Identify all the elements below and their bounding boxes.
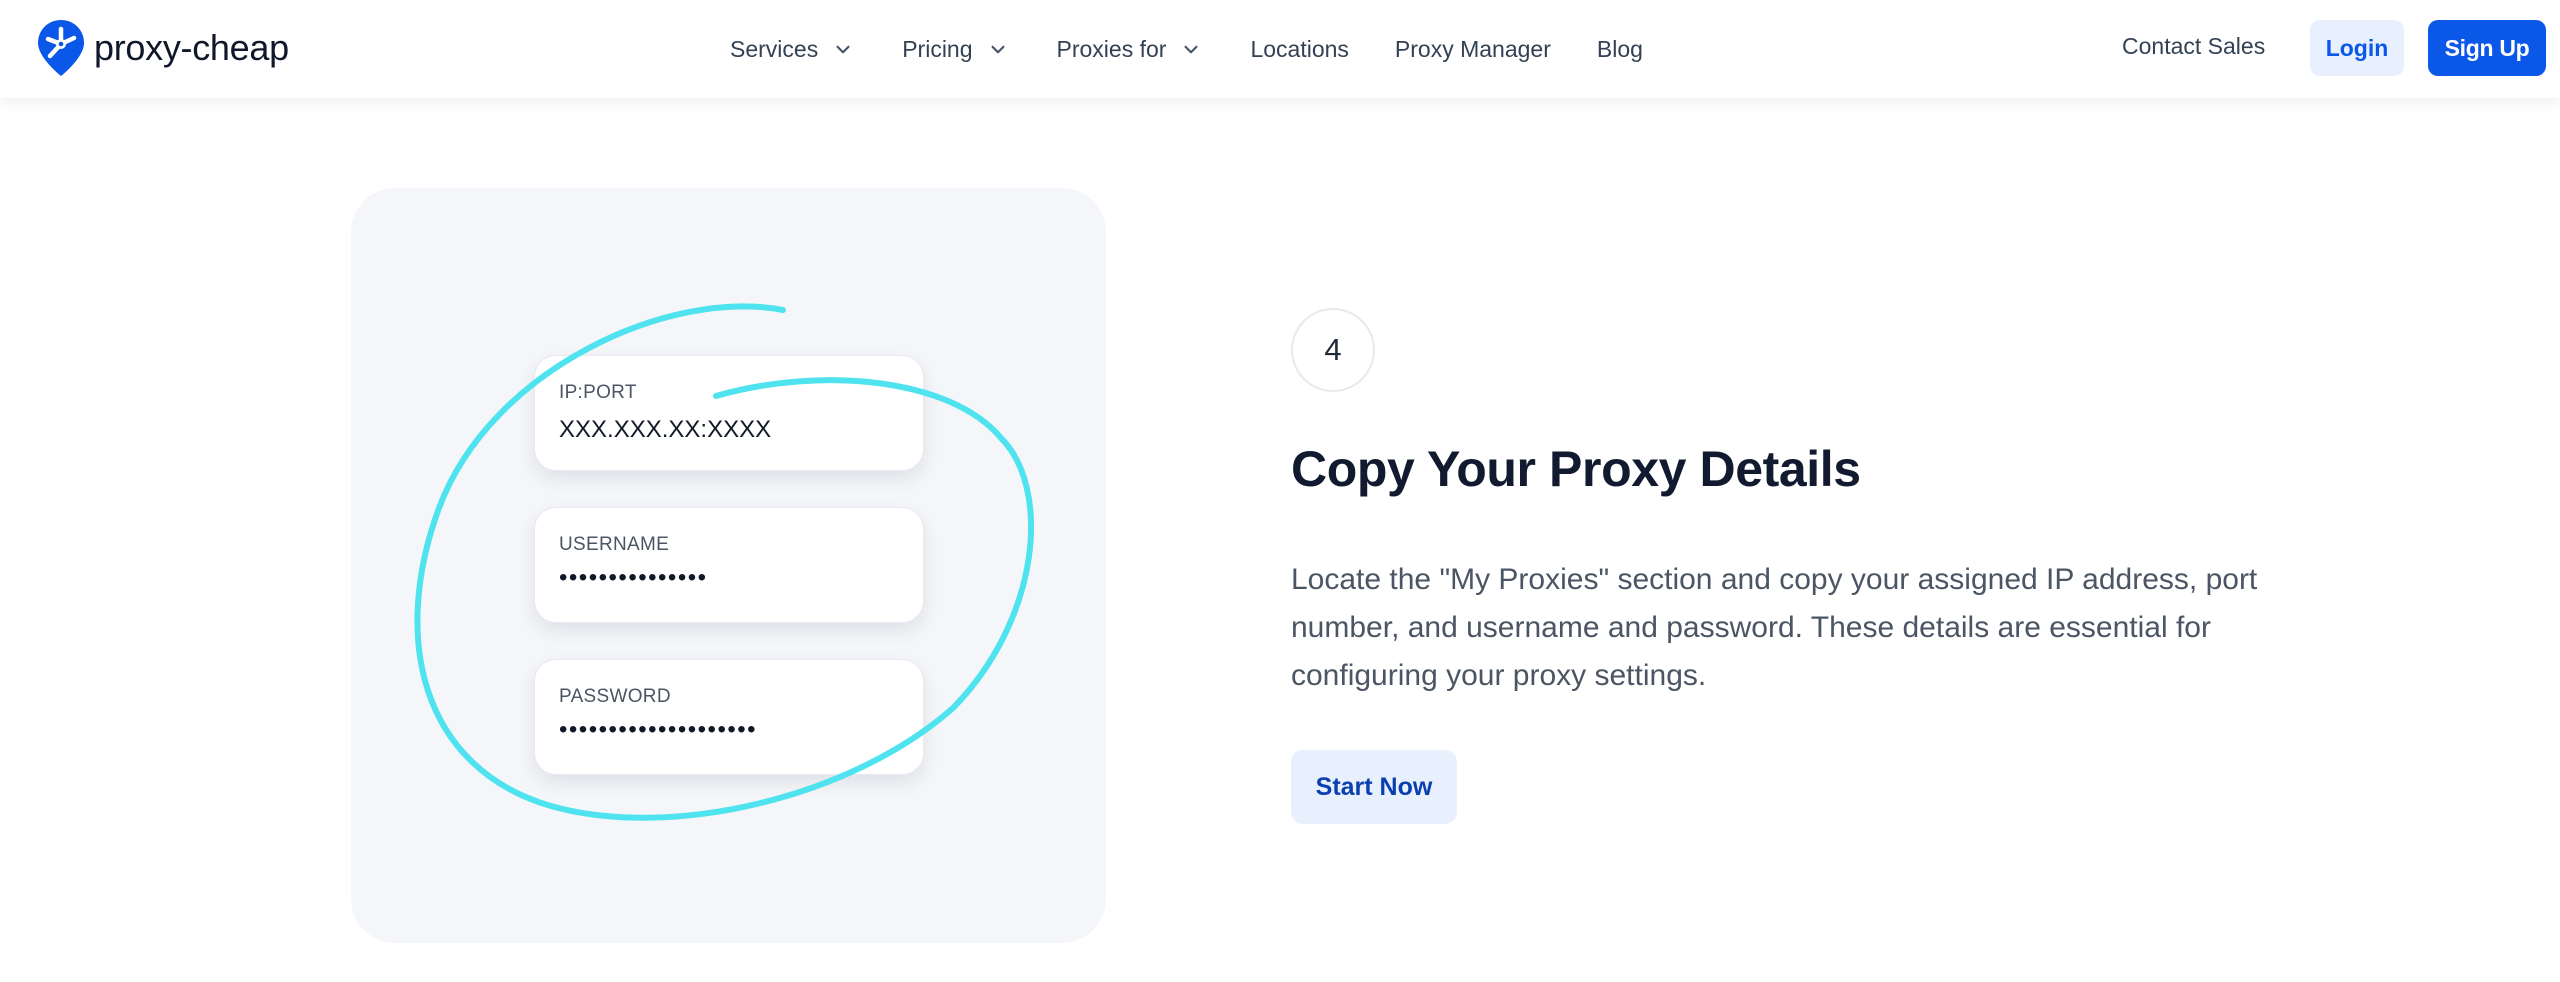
brand-name: proxy-cheap <box>94 27 289 68</box>
username-field[interactable]: USERNAME ••••••••••••••• <box>534 507 924 623</box>
nav-services[interactable]: Services <box>730 0 856 98</box>
nav-blog-label: Blog <box>1596 35 1643 62</box>
nav-proxies-for[interactable]: Proxies for <box>1057 0 1205 98</box>
nav-locations-label: Locations <box>1250 35 1349 62</box>
logo-pin-icon <box>38 20 84 76</box>
credentials-illustration: IP:PORT XXX.XXX.XX:XXXX USERNAME •••••••… <box>351 188 1106 943</box>
nav-pricing-label: Pricing <box>902 35 973 62</box>
nav-blog[interactable]: Blog <box>1597 0 1643 98</box>
password-field[interactable]: PASSWORD •••••••••••••••••••• <box>534 659 924 775</box>
ip-port-value: XXX.XXX.XX:XXXX <box>559 416 772 443</box>
nav-services-label: Services <box>730 35 819 62</box>
site-header: proxy-cheap Services Pricing Proxies for… <box>0 0 2560 98</box>
step-description: Locate the "My Proxies" section and copy… <box>1291 563 2258 692</box>
brand-logo[interactable]: proxy-cheap <box>36 18 289 78</box>
nav-locations[interactable]: Locations <box>1250 0 1348 98</box>
contact-sales-link[interactable]: Contact Sales <box>2122 0 2265 92</box>
step-number-badge: 4 <box>1291 308 1375 392</box>
login-button[interactable]: Login <box>2310 20 2404 76</box>
chevron-down-icon <box>836 45 850 54</box>
chevron-down-icon <box>1184 45 1198 54</box>
ip-port-label: IP:PORT <box>559 382 637 403</box>
password-label: PASSWORD <box>559 686 671 707</box>
password-value: •••••••••••••••••••• <box>559 716 758 743</box>
nav-proxy-manager[interactable]: Proxy Manager <box>1395 0 1551 98</box>
signup-button[interactable]: Sign Up <box>2428 20 2546 76</box>
ip-port-field[interactable]: IP:PORT XXX.XXX.XX:XXXX <box>534 355 924 471</box>
nav-proxies-for-label: Proxies for <box>1056 35 1167 62</box>
chevron-down-icon <box>991 45 1005 54</box>
start-now-button[interactable]: Start Now <box>1291 750 1457 824</box>
nav-proxy-manager-label: Proxy Manager <box>1394 35 1551 62</box>
username-value: ••••••••••••••• <box>559 564 708 591</box>
username-label: USERNAME <box>559 534 670 555</box>
main-nav: Services Pricing Proxies for Locations P… <box>730 0 1643 98</box>
nav-pricing[interactable]: Pricing <box>902 0 1010 98</box>
step-title: Copy Your Proxy Details <box>1291 441 1861 497</box>
